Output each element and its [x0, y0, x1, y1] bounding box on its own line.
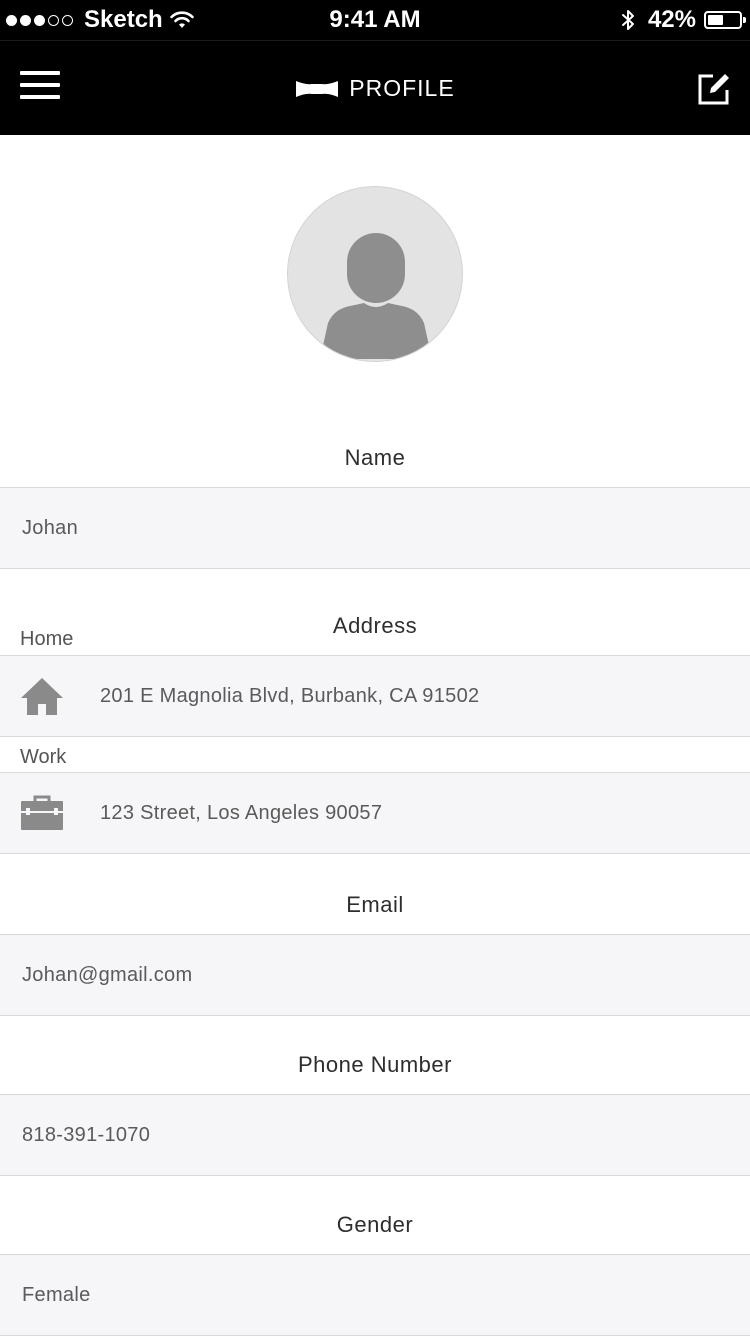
work-address-value: 123 Street, Los Angeles 90057: [100, 801, 383, 824]
edit-icon[interactable]: [696, 71, 732, 107]
gender-value: Female: [22, 1283, 91, 1306]
nav-title-group: PROFILE: [0, 41, 750, 136]
bluetooth-icon: [621, 10, 634, 30]
page-title: PROFILE: [349, 75, 455, 101]
home-address-value: 201 E Magnolia Blvd, Burbank, CA 91502: [100, 684, 480, 707]
home-icon: [20, 656, 64, 736]
home-address-label: Home: [20, 628, 74, 650]
phone-section-label: Phone Number: [298, 1052, 452, 1077]
gender-section-label: Gender: [336, 1212, 414, 1237]
avatar[interactable]: [287, 186, 463, 362]
user-placeholder-icon: [320, 233, 432, 359]
address-section-label: Address: [332, 613, 418, 638]
name-field[interactable]: Johan: [0, 487, 750, 569]
battery-percent: 42%: [647, 6, 696, 33]
gender-field[interactable]: Female: [0, 1254, 750, 1336]
name-section-label: Name: [344, 445, 406, 470]
status-bar: Sketch 9:41 AM 42%: [0, 0, 750, 40]
email-value: Johan@gmail.com: [22, 963, 193, 986]
status-bar-right: 42%: [620, 5, 746, 35]
briefcase-icon: [20, 773, 64, 853]
work-address-field[interactable]: 123 Street, Los Angeles 90057: [0, 772, 750, 854]
home-address-field[interactable]: 201 E Magnolia Blvd, Burbank, CA 91502: [0, 655, 750, 737]
battery-icon: [704, 11, 746, 29]
email-section-label: Email: [346, 892, 404, 917]
phone-value: 818-391-1070: [22, 1123, 151, 1146]
name-value: Johan: [22, 516, 78, 539]
email-field[interactable]: Johan@gmail.com: [0, 934, 750, 1016]
bowtie-icon: [296, 80, 339, 97]
navigation-bar: PROFILE: [0, 40, 750, 135]
work-address-label: Work: [20, 746, 67, 768]
phone-field[interactable]: 818-391-1070: [0, 1094, 750, 1176]
